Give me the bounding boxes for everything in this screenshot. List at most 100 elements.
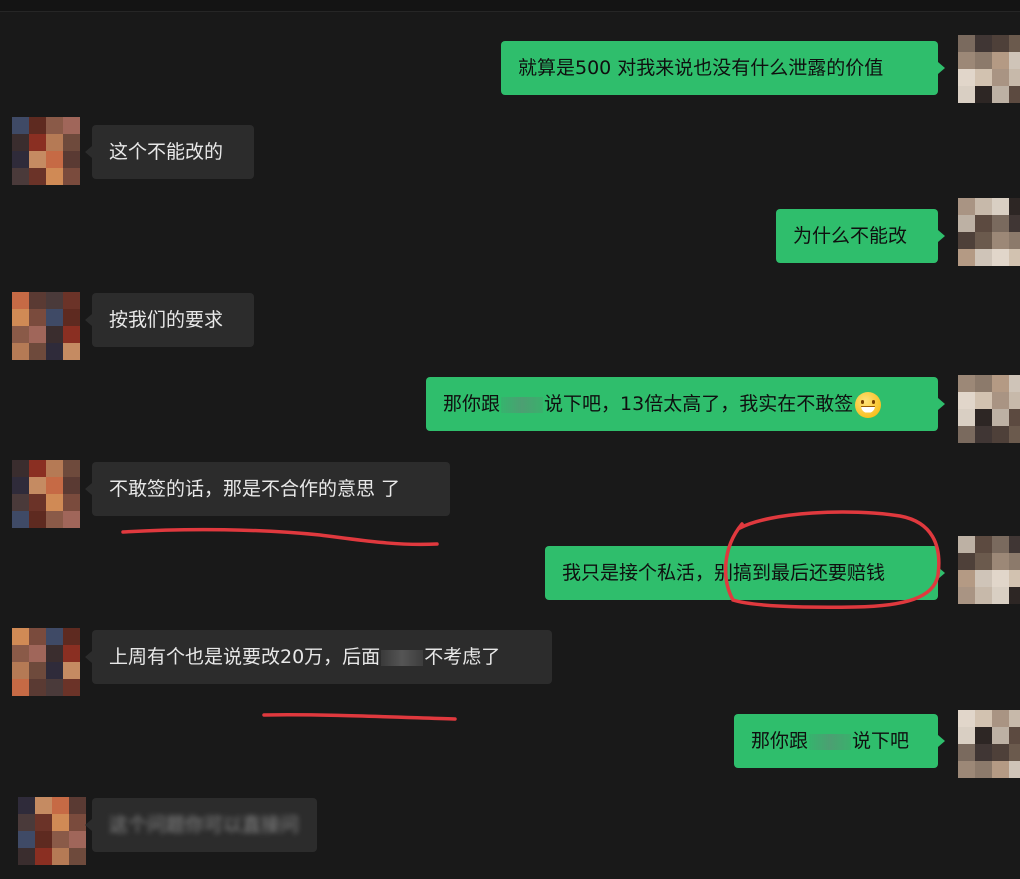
avatar-pixel	[958, 52, 975, 69]
red-underline-annotation	[121, 527, 439, 547]
avatar-pixel	[1009, 198, 1020, 215]
avatar-pixel	[992, 392, 1009, 409]
avatar-pixel	[992, 232, 1009, 249]
avatar-pixel	[958, 35, 975, 52]
avatar-pixel	[975, 570, 992, 587]
avatar-pixel	[29, 168, 46, 185]
avatar-pixel	[46, 309, 63, 326]
avatar-pixel	[992, 69, 1009, 86]
avatar-pixel	[1009, 52, 1020, 69]
self-avatar[interactable]	[958, 35, 1020, 103]
avatar-pixel	[975, 710, 992, 727]
avatar-pixel	[12, 117, 29, 134]
outgoing-message-bubble[interactable]: 我只是接个私活，别搞到最后还要赔钱	[545, 546, 938, 600]
self-avatar[interactable]	[958, 198, 1020, 266]
avatar-pixel	[992, 52, 1009, 69]
avatar-pixel	[992, 710, 1009, 727]
avatar-pixel	[12, 326, 29, 343]
self-avatar[interactable]	[958, 536, 1020, 604]
avatar-pixel	[975, 727, 992, 744]
outgoing-message-bubble[interactable]: 那你跟 说下吧	[734, 714, 938, 768]
avatar-pixel	[1009, 35, 1020, 52]
incoming-message-bubble[interactable]: 不敢签的话，那是不合作的意思 了	[92, 462, 450, 516]
avatar-pixel	[12, 309, 29, 326]
avatar-pixel	[975, 198, 992, 215]
avatar-pixel	[69, 814, 86, 831]
avatar-pixel	[975, 744, 992, 761]
avatar-pixel	[992, 249, 1009, 266]
avatar-pixel	[46, 168, 63, 185]
avatar-pixel	[29, 151, 46, 168]
avatar-pixel	[12, 168, 29, 185]
incoming-message-bubble[interactable]: 上周有个也是说要改20万，后面 不考虑了	[92, 630, 552, 684]
avatar-pixel	[35, 797, 52, 814]
avatar-pixel	[69, 848, 86, 865]
avatar-pixel	[12, 477, 29, 494]
contact-avatar[interactable]	[12, 460, 80, 528]
avatar-pixel	[12, 151, 29, 168]
message-text-end: 不考虑了	[424, 646, 501, 668]
avatar-pixel	[63, 494, 80, 511]
contact-avatar[interactable]	[18, 797, 86, 865]
incoming-message-bubble[interactable]: 这个问题你可以直接问	[92, 798, 317, 852]
avatar-pixel	[12, 494, 29, 511]
avatar-pixel	[29, 645, 46, 662]
avatar-pixel	[975, 215, 992, 232]
bubble-tail	[938, 230, 945, 242]
avatar-pixel	[12, 645, 29, 662]
avatar-pixel	[975, 536, 992, 553]
bubble-tail	[85, 314, 92, 326]
avatar-pixel	[46, 134, 63, 151]
avatar-pixel	[29, 326, 46, 343]
self-avatar[interactable]	[958, 375, 1020, 443]
outgoing-message-bubble[interactable]: 就算是500 对我来说也没有什么泄露的价值	[501, 41, 938, 95]
avatar-pixel	[992, 553, 1009, 570]
redacted-text	[381, 649, 424, 666]
incoming-message-bubble[interactable]: 按我们的要求	[92, 293, 254, 347]
avatar-pixel	[52, 831, 69, 848]
avatar-pixel	[992, 35, 1009, 52]
avatar-pixel	[958, 215, 975, 232]
avatar-pixel	[958, 727, 975, 744]
message-text-start: 上周有个也是说要改20万，后面	[109, 646, 381, 668]
contact-avatar[interactable]	[12, 628, 80, 696]
avatar-pixel	[63, 151, 80, 168]
outgoing-message-bubble[interactable]: 为什么不能改	[776, 209, 938, 263]
avatar-pixel	[992, 409, 1009, 426]
bubble-tail	[85, 483, 92, 495]
avatar-pixel	[1009, 761, 1020, 778]
avatar-pixel	[63, 117, 80, 134]
avatar-pixel	[46, 511, 63, 528]
message-text: 不敢签的话，那是不合作的意思 了	[109, 478, 401, 500]
avatar-pixel	[46, 151, 63, 168]
contact-avatar[interactable]	[12, 292, 80, 360]
grinning-face-icon	[855, 391, 882, 418]
avatar-pixel	[63, 679, 80, 696]
avatar-pixel	[975, 426, 992, 443]
avatar-pixel	[46, 628, 63, 645]
avatar-pixel	[63, 309, 80, 326]
avatar-pixel	[975, 409, 992, 426]
incoming-message-bubble[interactable]: 这个不能改的	[92, 125, 254, 179]
avatar-pixel	[1009, 69, 1020, 86]
avatar-pixel	[975, 52, 992, 69]
avatar-pixel	[958, 710, 975, 727]
avatar-pixel	[958, 198, 975, 215]
avatar-pixel	[35, 831, 52, 848]
avatar-pixel	[12, 292, 29, 309]
avatar-pixel	[992, 536, 1009, 553]
avatar-pixel	[46, 662, 63, 679]
self-avatar[interactable]	[958, 710, 1020, 778]
avatar-pixel	[63, 134, 80, 151]
outgoing-message-bubble[interactable]: 那你跟 说下吧，13倍太高了，我实在不敢签	[426, 377, 938, 431]
avatar-pixel	[29, 662, 46, 679]
avatar-pixel	[12, 662, 29, 679]
avatar-pixel	[29, 117, 46, 134]
avatar-pixel	[992, 570, 1009, 587]
avatar-pixel	[29, 460, 46, 477]
avatar-pixel	[29, 134, 46, 151]
avatar-pixel	[992, 375, 1009, 392]
avatar-pixel	[35, 848, 52, 865]
avatar-pixel	[992, 86, 1009, 103]
contact-avatar[interactable]	[12, 117, 80, 185]
